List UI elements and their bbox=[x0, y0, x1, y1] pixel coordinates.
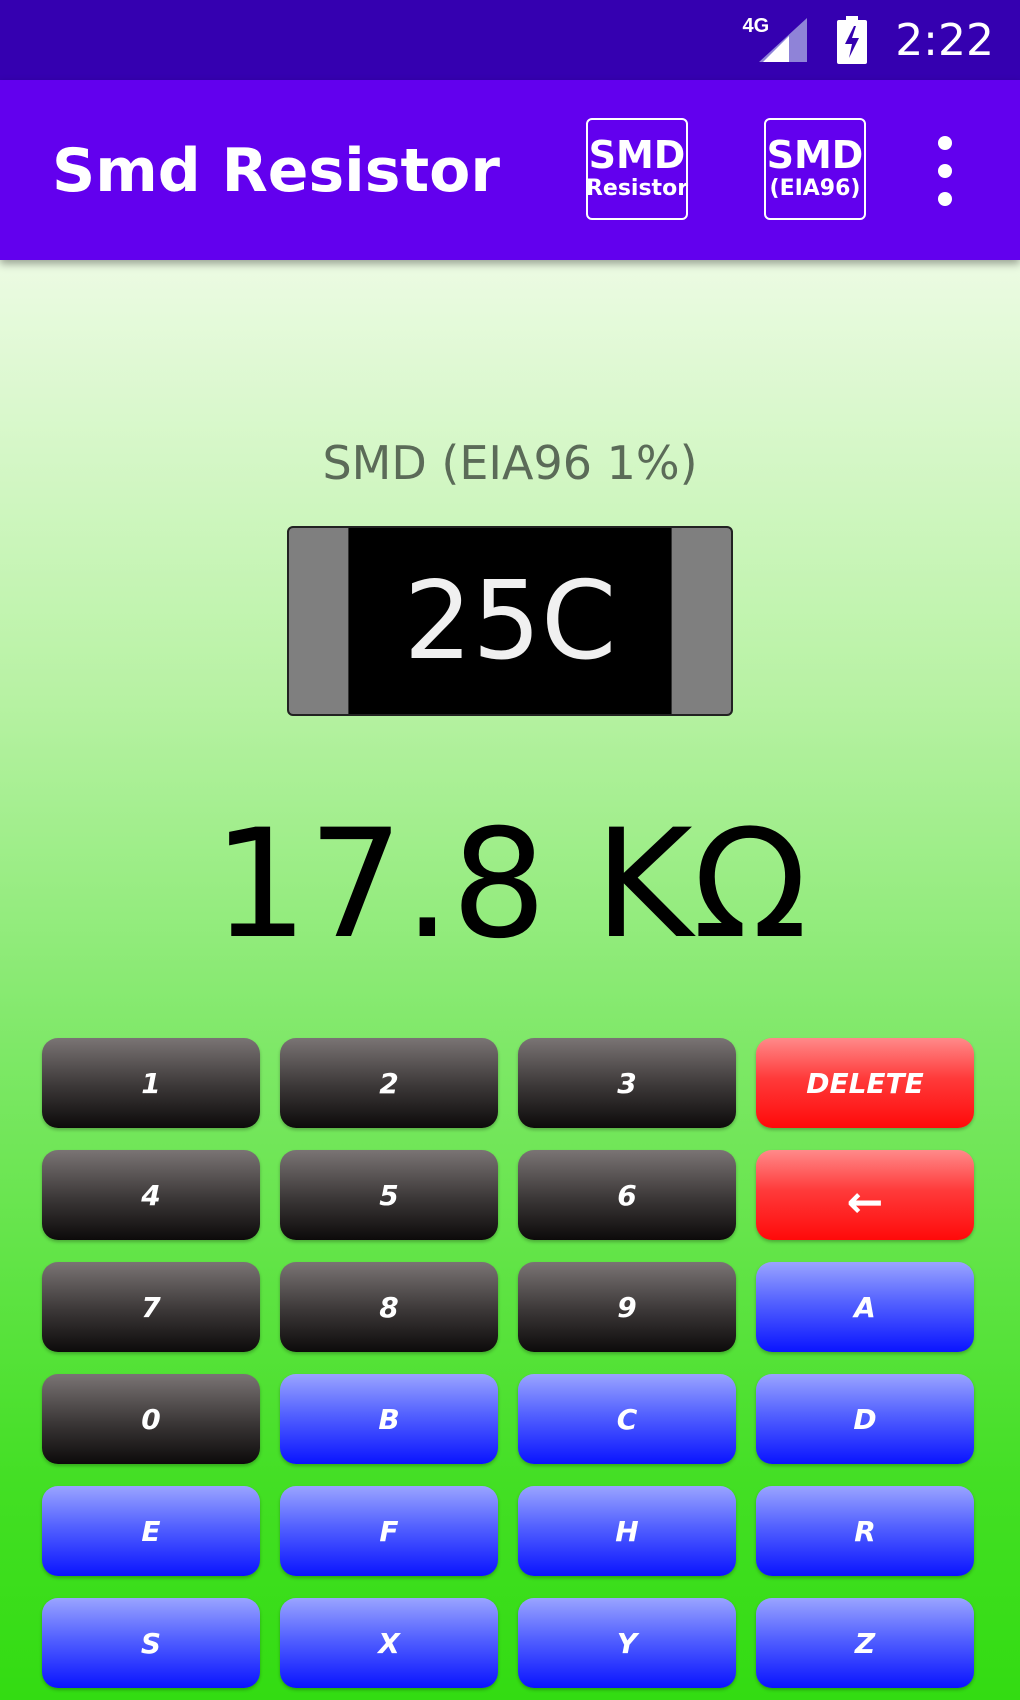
key-c[interactable]: C bbox=[518, 1374, 736, 1464]
smd-eia96-button-line2: (EIA96) bbox=[769, 176, 861, 201]
key-7[interactable]: 7 bbox=[42, 1262, 260, 1352]
key-1[interactable]: 1 bbox=[42, 1038, 260, 1128]
key-0[interactable]: 0 bbox=[42, 1374, 260, 1464]
key-5[interactable]: 5 bbox=[280, 1150, 498, 1240]
key-e[interactable]: E bbox=[42, 1486, 260, 1576]
key-s[interactable]: S bbox=[42, 1598, 260, 1688]
battery-charging-icon bbox=[837, 16, 868, 64]
status-bar: 4G 2:22 bbox=[0, 0, 1020, 80]
key-d[interactable]: D bbox=[756, 1374, 974, 1464]
main-content: SMD (EIA96 1%) 25C 17.8 KΩ 1 2 3 DELETE … bbox=[0, 260, 1020, 1700]
chip-left-terminal bbox=[289, 528, 349, 714]
chip-code: 25C bbox=[403, 558, 617, 684]
smd-resistor-button-line2: Resistor bbox=[585, 176, 689, 201]
overflow-dot bbox=[938, 136, 952, 150]
resistor-chip: 25C bbox=[287, 526, 733, 716]
key-x[interactable]: X bbox=[280, 1598, 498, 1688]
key-a[interactable]: A bbox=[756, 1262, 974, 1352]
key-z[interactable]: Z bbox=[756, 1598, 974, 1688]
delete-button[interactable]: DELETE bbox=[756, 1038, 974, 1128]
smd-eia96-button-line1: SMD bbox=[766, 133, 864, 177]
resistance-result: 17.8 KΩ bbox=[212, 798, 808, 972]
key-6[interactable]: 6 bbox=[518, 1150, 736, 1240]
mode-label: SMD (EIA96 1%) bbox=[322, 436, 698, 490]
overflow-dot bbox=[938, 164, 952, 178]
keypad: 1 2 3 DELETE 4 5 6 ← 7 8 9 A 0 B C D E F… bbox=[42, 1038, 978, 1688]
app-title: Smd Resistor bbox=[52, 136, 500, 206]
key-y[interactable]: Y bbox=[518, 1598, 736, 1688]
key-8[interactable]: 8 bbox=[280, 1262, 498, 1352]
key-2[interactable]: 2 bbox=[280, 1038, 498, 1128]
backspace-button[interactable]: ← bbox=[756, 1150, 974, 1240]
key-r[interactable]: R bbox=[756, 1486, 974, 1576]
key-4[interactable]: 4 bbox=[42, 1150, 260, 1240]
key-9[interactable]: 9 bbox=[518, 1262, 736, 1352]
network-type-label: 4G bbox=[742, 14, 770, 37]
chip-right-terminal bbox=[671, 528, 731, 714]
key-h[interactable]: H bbox=[518, 1486, 736, 1576]
smd-eia96-button[interactable]: SMD (EIA96) bbox=[764, 118, 866, 220]
key-f[interactable]: F bbox=[280, 1486, 498, 1576]
smd-resistor-button-line1: SMD bbox=[588, 133, 686, 177]
status-clock: 2:22 bbox=[895, 14, 994, 66]
key-b[interactable]: B bbox=[280, 1374, 498, 1464]
overflow-menu-icon[interactable] bbox=[930, 136, 960, 206]
smd-resistor-button[interactable]: SMD Resistor bbox=[586, 118, 688, 220]
key-3[interactable]: 3 bbox=[518, 1038, 736, 1128]
app-bar: Smd Resistor SMD Resistor SMD (EIA96) bbox=[0, 80, 1020, 260]
overflow-dot bbox=[938, 192, 952, 206]
